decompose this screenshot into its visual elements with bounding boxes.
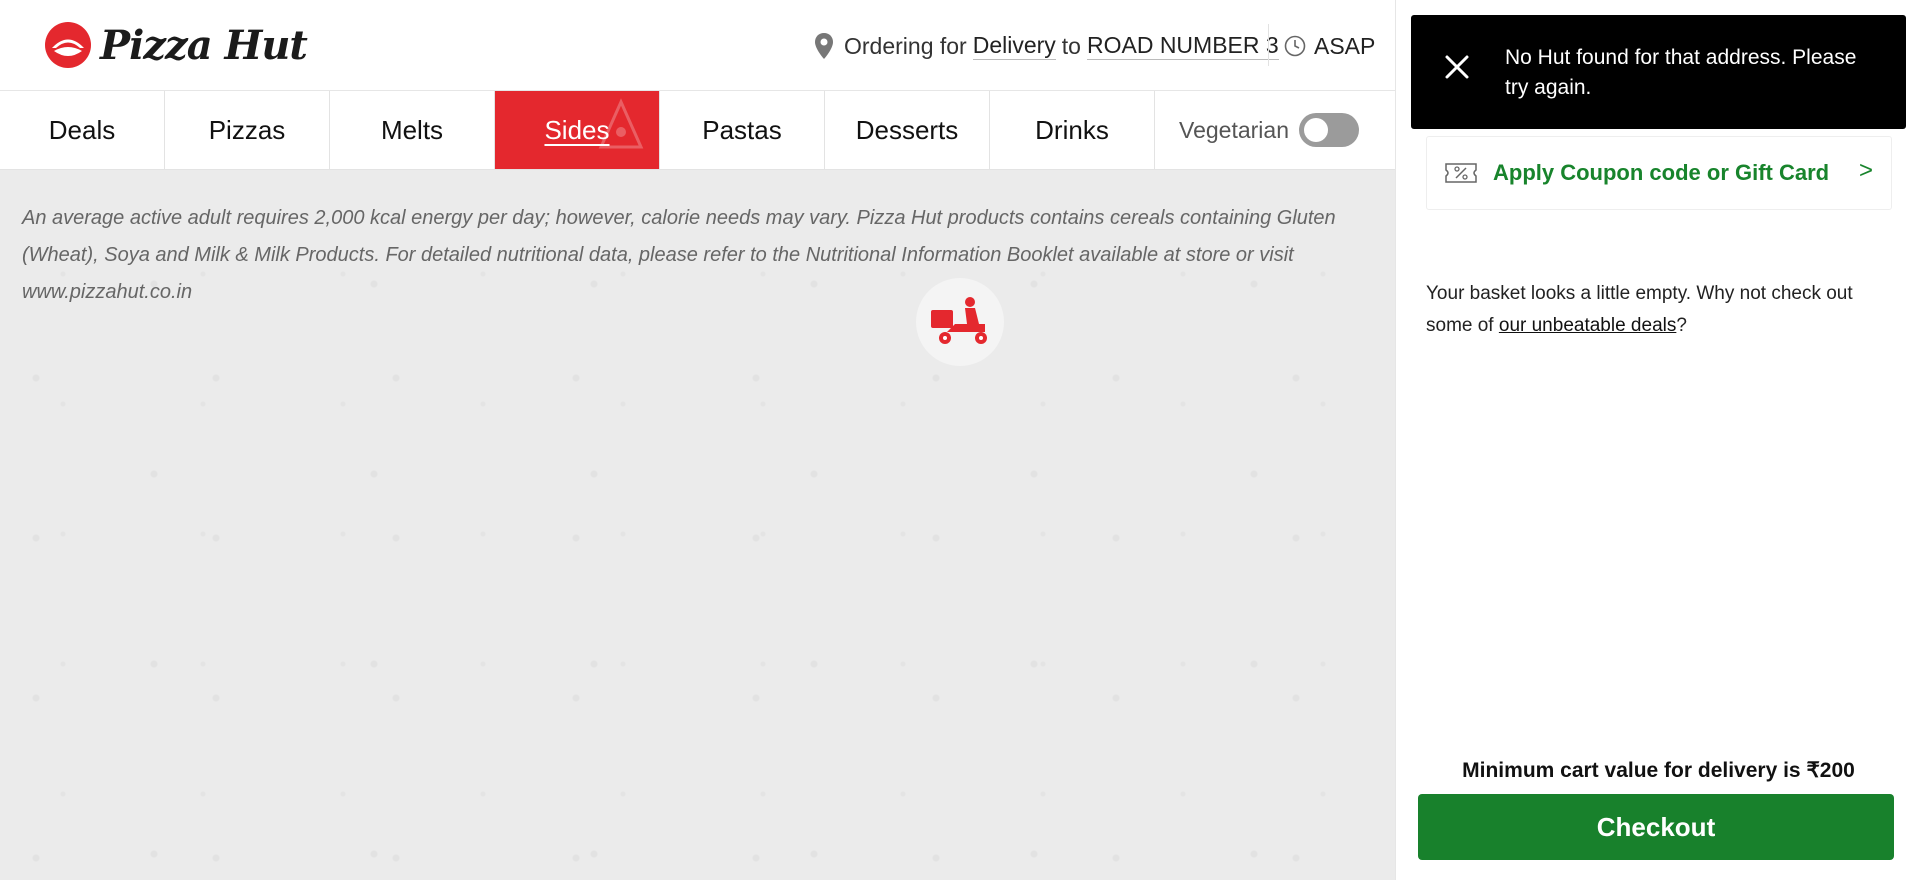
minimum-cart-notice: Minimum cart value for delivery is ₹200 xyxy=(1462,759,1855,782)
coupon-label: Apply Coupon code or Gift Card xyxy=(1493,160,1830,185)
sides-decoration-icon xyxy=(598,98,644,149)
nav-item-melts[interactable]: Melts xyxy=(330,91,495,169)
loading-indicator xyxy=(916,278,1004,366)
vegetarian-toggle[interactable] xyxy=(1298,113,1359,147)
category-nav: Deals Pizzas Melts Sides Pastas Desserts… xyxy=(0,91,1395,170)
checkout-button[interactable]: Checkout xyxy=(1418,794,1894,860)
nav-item-deals[interactable]: Deals xyxy=(0,91,165,169)
vegetarian-label: Vegetarian xyxy=(1179,116,1289,143)
nav-item-drinks[interactable]: Drinks xyxy=(990,91,1155,169)
error-toast: No Hut found for that address. Please tr… xyxy=(1411,15,1906,129)
order-prefix: Ordering for xyxy=(844,32,967,59)
nav-item-pizzas[interactable]: Pizzas xyxy=(165,91,330,169)
nav-item-sides[interactable]: Sides xyxy=(495,91,660,169)
order-to: to xyxy=(1061,32,1081,59)
basket-footer: Minimum cart value for delivery is ₹200 … xyxy=(1396,740,1920,880)
vegetarian-filter: Vegetarian xyxy=(1155,91,1359,169)
empty-basket-suffix: ? xyxy=(1676,315,1687,336)
chevron-right-icon: > xyxy=(1858,157,1873,184)
delivery-address-selector[interactable]: Ordering for Delivery to ROAD NUMBER 3 xyxy=(814,30,1285,62)
main-area: Pizza Hut Ordering for Delivery to ROAD … xyxy=(0,0,1395,880)
delivery-time: ASAP xyxy=(1314,32,1376,59)
menu-content: An average active adult requires 2,000 k… xyxy=(0,170,1395,880)
nutrition-disclaimer: An average active adult requires 2,000 k… xyxy=(22,207,1336,303)
pizza-hut-logo[interactable]: Pizza Hut xyxy=(44,21,308,69)
toast-message: No Hut found for that address. Please tr… xyxy=(1505,46,1857,99)
brand-name: Pizza Hut xyxy=(100,21,308,69)
order-mode[interactable]: Delivery xyxy=(972,32,1056,60)
toggle-knob xyxy=(1303,118,1328,142)
empty-basket-message: Your basket looks a little empty. Why no… xyxy=(1426,278,1886,342)
location-pin-icon xyxy=(815,33,833,59)
header-divider xyxy=(1268,24,1269,66)
coupon-ticket-icon xyxy=(1445,163,1477,183)
close-icon[interactable] xyxy=(1441,51,1473,83)
apply-coupon-button[interactable]: Apply Coupon code or Gift Card > xyxy=(1426,136,1892,210)
order-address[interactable]: ROAD NUMBER 3 xyxy=(1086,32,1279,60)
delivery-scooter-icon xyxy=(931,297,987,344)
basket-panel: No Hut found for that address. Please tr… xyxy=(1395,0,1920,880)
pizza-hut-logo-icon xyxy=(45,22,91,68)
nav-item-desserts[interactable]: Desserts xyxy=(825,91,990,169)
unbeatable-deals-link[interactable]: our unbeatable deals xyxy=(1499,315,1676,336)
delivery-time-selector[interactable]: ASAP xyxy=(1284,30,1375,62)
clock-icon xyxy=(1284,35,1306,57)
site-header: Pizza Hut Ordering for Delivery to ROAD … xyxy=(0,0,1395,91)
nav-item-pastas[interactable]: Pastas xyxy=(660,91,825,169)
